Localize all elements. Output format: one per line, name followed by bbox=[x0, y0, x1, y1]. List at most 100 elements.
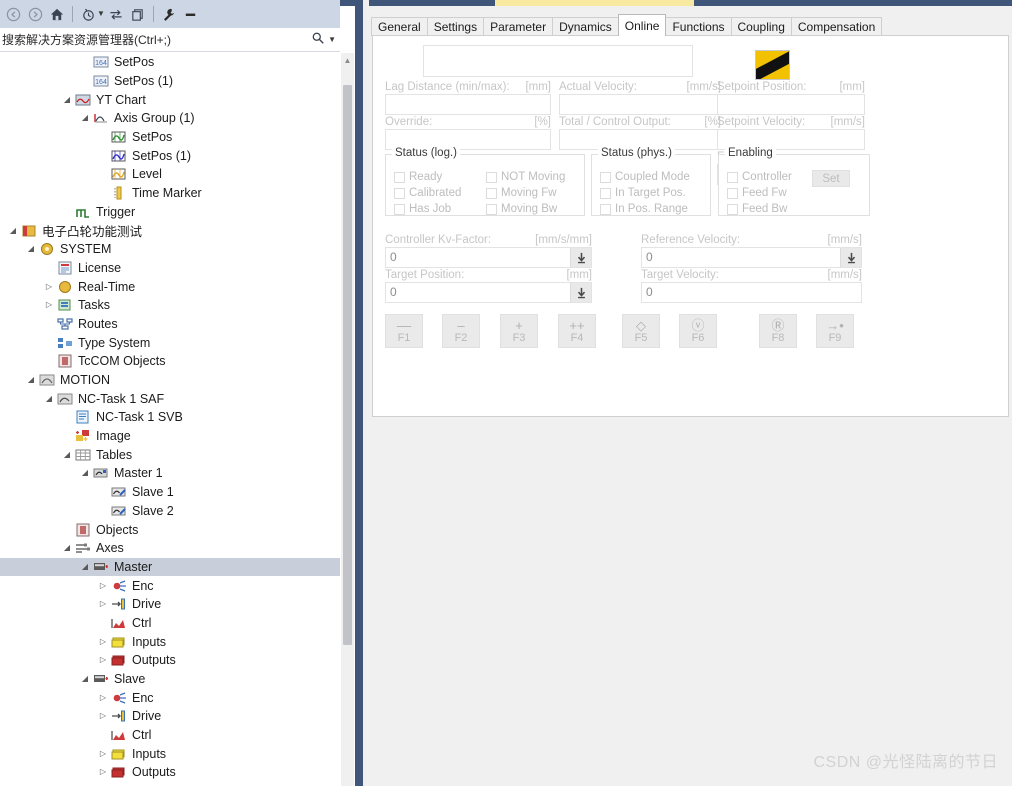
home-icon[interactable] bbox=[46, 3, 68, 25]
search-chevron-down-icon[interactable]: ▼ bbox=[328, 35, 336, 44]
status-log-checkbox-has-job[interactable]: Has Job bbox=[394, 203, 451, 215]
status-phys-checkbox-in-pos-range[interactable]: In Pos. Range bbox=[600, 203, 688, 215]
checkbox-box[interactable] bbox=[727, 187, 738, 199]
forward-icon[interactable] bbox=[24, 3, 46, 25]
expander-expand-icon[interactable]: ▷ bbox=[96, 749, 110, 758]
search-icon[interactable] bbox=[311, 31, 325, 48]
tree-item-motion[interactable]: ◢ MOTION bbox=[0, 371, 340, 390]
checkbox-box[interactable] bbox=[727, 203, 738, 215]
expander-collapse-icon[interactable]: ◢ bbox=[6, 226, 20, 235]
tree-item-yt-chart[interactable]: ◢ YT Chart bbox=[0, 90, 340, 109]
target-position-icon[interactable]: ⓥ F6 bbox=[679, 314, 717, 348]
tree-item-drive[interactable]: ▷ Drive bbox=[0, 707, 340, 726]
tab-compensation[interactable]: Compensation bbox=[790, 17, 883, 36]
tree-item-objects[interactable]: Objects bbox=[0, 520, 340, 539]
expander-expand-icon[interactable]: ▷ bbox=[42, 301, 56, 309]
tree-item-routes[interactable]: Routes bbox=[0, 315, 340, 334]
controller-kv-factor-field[interactable]: 0 bbox=[385, 247, 592, 268]
tree-scrollbar[interactable]: ▲ bbox=[341, 53, 354, 786]
checkbox-box[interactable] bbox=[486, 171, 497, 183]
tree-item-nc-task-1-saf[interactable]: ◢ NC-Task 1 SAF bbox=[0, 389, 340, 408]
tree-item-inputs[interactable]: ▷ Inputs bbox=[0, 744, 340, 763]
status-log-checkbox-moving-fw[interactable]: Moving Fw bbox=[486, 187, 557, 199]
copy-icon[interactable] bbox=[127, 3, 149, 25]
back-icon[interactable] bbox=[2, 3, 24, 25]
stop-icon[interactable]: ◇ F5 bbox=[622, 314, 660, 348]
jog-fast-forward-icon[interactable]: ++ F4 bbox=[558, 314, 596, 348]
tree-item-slave[interactable]: ◢ Slave bbox=[0, 670, 340, 689]
lag-distance-field[interactable] bbox=[385, 94, 551, 115]
tab-online[interactable]: Online bbox=[617, 14, 667, 36]
tree-item-setpos-1[interactable]: SetPos (1) bbox=[0, 146, 340, 165]
property-tabs[interactable]: General Settings Parameter Dynamics Online Fu… bbox=[371, 14, 883, 36]
tree-item-setpos[interactable]: SetPos bbox=[0, 128, 340, 147]
status-log-checkbox-ready[interactable]: Ready bbox=[394, 171, 442, 183]
expander-collapse-icon[interactable]: ◢ bbox=[60, 95, 74, 104]
enabling-checkbox-feed-fw[interactable]: Feed Fw bbox=[727, 187, 787, 199]
tree-item-system[interactable]: ◢ SYSTEM bbox=[0, 240, 340, 259]
tree-item-license[interactable]: License bbox=[0, 259, 340, 278]
tab-settings[interactable]: Settings bbox=[426, 17, 485, 36]
reference-velocity-field[interactable]: 0 bbox=[641, 247, 862, 268]
expander-expand-icon[interactable]: ▷ bbox=[96, 656, 110, 664]
search-input[interactable] bbox=[0, 28, 312, 51]
tree-item-axis-group-1[interactable]: ◢ Axis Group (1) bbox=[0, 109, 340, 128]
actual-velocity-field[interactable] bbox=[559, 94, 721, 115]
collapse-all-icon[interactable] bbox=[180, 3, 202, 25]
target-velocity-field[interactable]: 0 bbox=[641, 282, 862, 303]
tree-item-tccom-objects[interactable]: TcCOM Objects bbox=[0, 352, 340, 371]
actual-position-display[interactable] bbox=[423, 45, 693, 77]
enabling-checkbox-controller[interactable]: Controller bbox=[727, 171, 792, 183]
tree-item-axes[interactable]: ◢ Axes bbox=[0, 539, 340, 558]
scroll-up-icon[interactable]: ▲ bbox=[341, 53, 354, 67]
tab-general[interactable]: General bbox=[371, 17, 428, 36]
expander-collapse-icon[interactable]: ◢ bbox=[78, 114, 92, 122]
tab-parameter[interactable]: Parameter bbox=[483, 17, 554, 36]
tree-item-outputs[interactable]: ▷ Outputs bbox=[0, 651, 340, 670]
tree-item-setpos-1[interactable]: 164 SetPos (1) bbox=[0, 72, 340, 91]
expander-collapse-icon[interactable]: ◢ bbox=[78, 562, 92, 571]
tab-dynamics[interactable]: Dynamics bbox=[552, 17, 619, 36]
controller-kv-factor-download-icon[interactable] bbox=[570, 248, 591, 267]
enabling-checkbox-feed-bw[interactable]: Feed Bw bbox=[727, 203, 787, 215]
checkbox-box[interactable] bbox=[486, 187, 497, 199]
tree-item-drive[interactable]: ▷ Drive bbox=[0, 595, 340, 614]
tree-item-setpos[interactable]: 164 SetPos bbox=[0, 53, 340, 72]
tree-item-ctrl[interactable]: Ctrl bbox=[0, 614, 340, 633]
expander-collapse-icon[interactable]: ◢ bbox=[60, 544, 74, 552]
pane-splitter[interactable] bbox=[355, 0, 363, 786]
jog-fast-backward-icon[interactable]: –– F1 bbox=[385, 314, 423, 348]
tree-item-enc[interactable]: ▷ Enc bbox=[0, 576, 340, 595]
tree-item-nc-task-1-svb[interactable]: NC-Task 1 SVB bbox=[0, 408, 340, 427]
status-log-checkbox-moving-bw[interactable]: Moving Bw bbox=[486, 203, 557, 215]
sync-icon[interactable] bbox=[105, 3, 127, 25]
tree-item-tasks[interactable]: ▷ Tasks bbox=[0, 296, 340, 315]
expander-expand-icon[interactable]: ▷ bbox=[96, 693, 110, 702]
tab-coupling[interactable]: Coupling bbox=[730, 17, 792, 36]
expander-expand-icon[interactable]: ▷ bbox=[96, 712, 110, 720]
tab-functions[interactable]: Functions bbox=[665, 17, 732, 36]
checkbox-box[interactable] bbox=[394, 187, 405, 199]
tree-item-time-marker[interactable]: Time Marker bbox=[0, 184, 340, 203]
expander-collapse-icon[interactable]: ◢ bbox=[24, 376, 38, 384]
expander-collapse-icon[interactable]: ◢ bbox=[42, 394, 56, 403]
tree-item-slave-2[interactable]: Slave 2 bbox=[0, 502, 340, 521]
tree-item-tables[interactable]: ◢ Tables bbox=[0, 445, 340, 464]
tree-item-outputs[interactable]: ▷ Outputs bbox=[0, 763, 340, 782]
reset-icon[interactable]: Ⓡ F8 bbox=[759, 314, 797, 348]
expander-expand-icon[interactable]: ▷ bbox=[96, 637, 110, 646]
pending-changes-icon[interactable] bbox=[77, 3, 99, 25]
tree-item-ctrl[interactable]: Ctrl bbox=[0, 726, 340, 745]
scrollbar-thumb[interactable] bbox=[343, 85, 352, 645]
reference-velocity-download-icon[interactable] bbox=[840, 248, 861, 267]
checkbox-box[interactable] bbox=[727, 171, 738, 183]
expander-expand-icon[interactable]: ▷ bbox=[42, 282, 56, 291]
status-log-checkbox-not-moving[interactable]: NOT Moving bbox=[486, 171, 565, 183]
tree-item-enc[interactable]: ▷ Enc bbox=[0, 688, 340, 707]
expander-expand-icon[interactable]: ▷ bbox=[96, 581, 110, 590]
tree-item-real-time[interactable]: ▷ Real-Time bbox=[0, 277, 340, 296]
jog-forward-icon[interactable]: + F3 bbox=[500, 314, 538, 348]
tree-item-slave-1[interactable]: Slave 1 bbox=[0, 483, 340, 502]
set-position-icon[interactable]: →• F9 bbox=[816, 314, 854, 348]
tree-item-master-1[interactable]: ◢ Master 1 bbox=[0, 464, 340, 483]
